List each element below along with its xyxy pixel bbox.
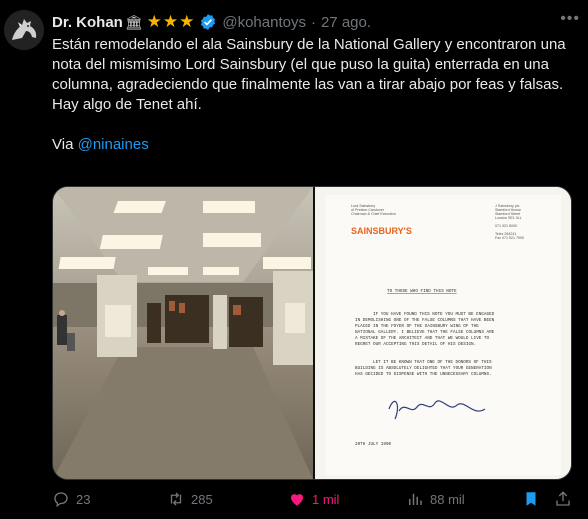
- note-date: 20TH JULY 1990: [355, 442, 392, 447]
- media-grid: Lord Sainsbury of Preston Candover Chair…: [52, 186, 572, 480]
- tweet-text: Están remodelando el ala Sainsbury de la…: [52, 35, 572, 155]
- tweet-text-main: Están remodelando el ala Sainsbury de la…: [52, 36, 566, 93]
- retweet-icon: [170, 492, 182, 506]
- verified-badge-icon: [201, 14, 216, 30]
- reply-count: 23: [76, 491, 91, 507]
- note-brand: SAINSBURY'S: [351, 226, 412, 236]
- author-name[interactable]: Dr. Kohan: [52, 14, 123, 31]
- tweet-timestamp[interactable]: 27 ago.: [321, 14, 371, 31]
- note-address-line: 071 921 6000: [495, 224, 517, 228]
- mention-link[interactable]: @ninaines: [78, 136, 149, 153]
- action-bar: 23 285 1 mil 88 mil: [52, 490, 572, 512]
- share-icon: [556, 491, 570, 506]
- note-sender-line: Chairman & Chief Executive: [351, 212, 396, 216]
- reply-icon: [54, 492, 68, 508]
- note-line: BUILDING IS ABSOLUTELY DELIGHTED THAT YO…: [355, 366, 492, 371]
- stars-icon: ★★★: [146, 12, 196, 31]
- note-line: IN DEMOLISHING ONE OF THE FALSE COLUMNS …: [355, 318, 495, 323]
- tweet-via: Via @ninaines: [52, 135, 572, 155]
- museum-icon: 🏛: [124, 13, 143, 30]
- note-salutation: TO THOSE WHO FIND THIS NOTE: [387, 289, 457, 294]
- retweet-count: 285: [191, 491, 213, 507]
- tweet-header: Dr. Kohan 🏛 ★★★ @kohantoys · 27 ago.: [52, 11, 578, 33]
- bookmark-button[interactable]: [522, 490, 540, 508]
- views-count: 88 mil: [430, 491, 465, 507]
- note-line: PLACED IN THE FOYER OF THE SAINSBURY WIN…: [355, 324, 479, 329]
- like-button[interactable]: 1 mil: [288, 490, 339, 508]
- like-count: 1 mil: [312, 491, 340, 507]
- tweet-text-tenet: Hay algo de Tenet ahí.: [52, 96, 202, 113]
- author-handle[interactable]: @kohantoys: [222, 14, 306, 31]
- like-icon: [291, 494, 303, 506]
- via-label: Via: [52, 136, 74, 153]
- tweet[interactable]: Dr. Kohan 🏛 ★★★ @kohantoys · 27 ago. •••…: [0, 0, 588, 519]
- sainsbury-note-photo[interactable]: Lord Sainsbury of Preston Candover Chair…: [315, 187, 571, 479]
- avatar[interactable]: [4, 10, 44, 50]
- note-address-line: Fax 071 921 7990: [495, 236, 524, 240]
- note-line: IF YOU HAVE FOUND THIS NOTE YOU MUST BE …: [373, 312, 495, 317]
- retweet-button[interactable]: 285: [167, 490, 213, 508]
- note-line: A MISTAKE OF THE ARCHITECT AND THAT WE W…: [355, 336, 490, 341]
- views-button[interactable]: 88 mil: [406, 490, 465, 508]
- header-separator: ·: [310, 13, 316, 31]
- reply-button[interactable]: 23: [52, 490, 90, 508]
- share-button[interactable]: [554, 490, 572, 508]
- more-icon[interactable]: •••: [560, 10, 580, 28]
- note-line: REGRET OUR ACCEPTING THIS DETAIL OF HIS …: [355, 342, 476, 347]
- bookmark-icon: [526, 492, 536, 506]
- gallery-foyer-photo[interactable]: [53, 187, 313, 479]
- views-icon: [409, 493, 422, 505]
- note-address-line: London SE1 9LL: [495, 216, 522, 220]
- note-line: NATIONAL GALLERY. I BELIEVE THAT THE FAL…: [355, 330, 495, 335]
- note-line: HAS DECIDED TO DISPENSE WITH THE UNNECES…: [355, 372, 492, 377]
- note-line: LET IT BE KNOWN THAT ONE OF THE DONORS O…: [373, 360, 492, 365]
